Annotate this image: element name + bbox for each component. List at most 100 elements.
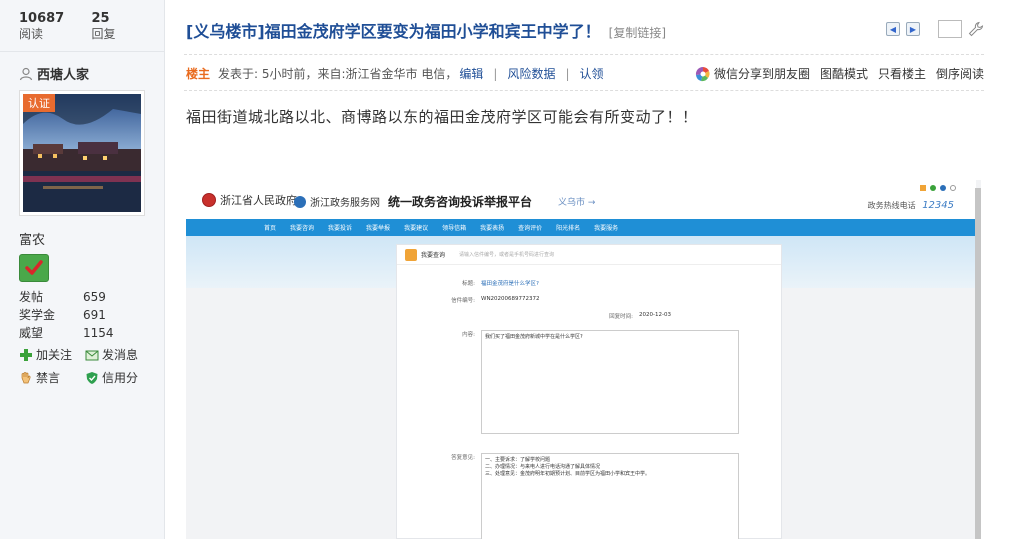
stat-replies: 25 回复 <box>92 11 165 51</box>
zw-logo: 浙江政务服务网 统一政务咨询投诉举报平台 义乌市 → <box>294 193 595 210</box>
only-owner-button[interactable]: 只看楼主 <box>878 65 926 82</box>
author-name-row[interactable]: 西塘人家 <box>19 64 89 83</box>
shield-icon <box>86 372 98 384</box>
author-name[interactable]: 西塘人家 <box>37 64 89 83</box>
meta-separator: | <box>565 66 570 81</box>
title-divider <box>184 54 984 55</box>
copy-link-button[interactable]: [复制链接] <box>609 24 666 41</box>
zw-logo-icon <box>294 195 306 208</box>
reply-time-label: 回复时间: <box>609 314 633 320</box>
gov-nav-item: 我要投诉 <box>328 225 353 232</box>
send-message-button[interactable]: 发消息 <box>85 346 151 364</box>
thread-stats: 10687 阅读 25 回复 <box>0 0 164 52</box>
reply-textbox: 一、主要诉求：了解学校问题 二、办理情况：与来电人进行电话沟通了解具体情况 三、… <box>481 453 739 539</box>
content-textbox: 我们买了福田金茂府新城中学在是什么学区? <box>481 330 739 434</box>
post-meta: 楼主 发表于: 5小时前，来自:浙江省金华市 电信， 编辑 | 风险数据 | 认… <box>186 65 984 82</box>
post-meta-text: 发表于: 5小时前，来自:浙江省金华市 电信， <box>218 67 458 81</box>
query-icon <box>405 248 417 261</box>
meta-divider <box>184 90 984 91</box>
user-icon <box>950 185 956 191</box>
content-label: 内容: <box>462 332 475 338</box>
card-note: 请输入信件编号，或者是手机号码进行查询 <box>459 252 555 258</box>
next-thread-button[interactable]: ▶ <box>906 22 920 36</box>
city-selector: 义乌市 → <box>558 198 596 208</box>
moments-icon <box>695 66 710 81</box>
field-key: 奖学金 <box>19 308 56 322</box>
author-actions-row2: 禁言 信用分 <box>19 369 159 387</box>
zw-name: 浙江政务服务网 <box>310 198 380 209</box>
credit-score-button[interactable]: 信用分 <box>85 369 151 387</box>
risk-data-link[interactable]: 风险数据 <box>507 65 555 82</box>
field-value: 691 <box>83 308 106 322</box>
prev-thread-button[interactable]: ◀ <box>886 22 900 36</box>
gov-nav-item: 阳光排名 <box>556 225 581 232</box>
message-icon <box>85 350 99 361</box>
card-header: 我要查询 请输入信件编号，或者是手机号码进行查询 <box>397 245 781 265</box>
gov-nav-item: 我要举报 <box>366 225 391 232</box>
chevron-right-icon: ▶ <box>909 24 917 34</box>
gov-nav-bar: 首页 我要咨询 我要投诉 我要举报 我要建议 领导信箱 我要表扬 查询评价 阳光… <box>186 219 976 236</box>
replies-label: 回复 <box>91 27 116 41</box>
gov-nav-item: 我要咨询 <box>290 225 315 232</box>
post-image[interactable]: 浙江省人民政府 浙江政务服务网 统一政务咨询投诉举报平台 义乌市 → 政务热线电… <box>186 180 981 539</box>
replies-count: 25 <box>91 11 110 26</box>
field-key: 发帖 <box>19 290 44 304</box>
medal-badge[interactable] <box>19 254 49 282</box>
wechat-icon <box>930 185 936 191</box>
gov-nav-item: 首页 <box>264 225 277 232</box>
post-body: 福田街道城北路以北、商博路以东的福田金茂府学区可能会有所变动了！！ <box>186 108 698 126</box>
field-key: 威望 <box>19 326 44 340</box>
code-value: WN20200689772372 <box>481 296 540 302</box>
field-posts: 发帖 659 <box>19 288 149 306</box>
user-icon <box>19 67 33 80</box>
post-title[interactable]: [义乌楼市]福田金茂府学区要变为福田小学和宾王中学了！ <box>186 18 601 42</box>
gov-nav-item: 我要表扬 <box>480 225 505 232</box>
gov-nav-item: 我要建议 <box>404 225 429 232</box>
mobile-icon <box>920 185 926 191</box>
claim-link[interactable]: 认领 <box>580 65 604 82</box>
edit-link[interactable]: 编辑 <box>459 65 483 82</box>
gallery-mode-button[interactable]: 图酷模式 <box>820 65 868 82</box>
field-value: 659 <box>83 290 106 304</box>
hand-icon <box>21 372 31 384</box>
wechat-share-label: 微信分享到朋友圈 <box>713 67 810 81</box>
gov-name: 浙江省人民政府 <box>220 194 297 207</box>
hotline-label: 政务热线电话 <box>867 201 916 210</box>
gov-nav-item: 查询评价 <box>518 225 543 232</box>
weibo-icon <box>940 185 946 191</box>
avatar-image: 认证 <box>23 94 141 212</box>
title-tools: ◀ ▶ <box>886 20 984 38</box>
query-result-card: 我要查询 请输入信件编号，或者是手机号码进行查询 标题: 福田金茂府是什么学区?… <box>396 244 782 539</box>
field-scholarship: 奖学金 691 <box>19 306 149 324</box>
hotline: 政务热线电话 12345 <box>868 200 954 211</box>
code-label: 信件编号: <box>451 298 475 304</box>
page-jump-input[interactable] <box>938 20 962 38</box>
wechat-share-button[interactable]: 微信分享到朋友圈 <box>695 65 810 82</box>
plus-icon <box>20 349 32 361</box>
post-main: [义乌楼市]福田金茂府学区要变为福田小学和宾王中学了！ [复制链接] ◀ ▶ 楼… <box>166 0 1009 539</box>
gov-logo: 浙江省人民政府 <box>202 192 297 208</box>
views-count: 10687 <box>19 11 65 26</box>
author-sidebar: 10687 阅读 25 回复 西塘人家 认证 富农 发帖 659 奖学金 691… <box>0 0 165 539</box>
chevron-left-icon: ◀ <box>889 24 897 34</box>
gov-nav-item: 我要服务 <box>594 225 619 232</box>
reverse-order-button[interactable]: 倒序阅读 <box>936 65 984 82</box>
post-view-options: 微信分享到朋友圈 图酷模式 只看楼主 倒序阅读 <box>695 65 984 82</box>
post-title-row: [义乌楼市]福田金茂府学区要变为福田小学和宾王中学了！ [复制链接] <box>186 18 666 42</box>
header-icons <box>920 185 956 191</box>
reply-label: 答复意见: <box>451 455 475 461</box>
mute-button[interactable]: 禁言 <box>19 369 85 387</box>
field-value: 1154 <box>83 326 114 340</box>
title-label: 标题: <box>462 281 475 287</box>
gov-nav-item: 领导信箱 <box>442 225 467 232</box>
follow-button[interactable]: 加关注 <box>19 346 85 364</box>
emblem-icon <box>202 193 216 207</box>
mute-label: 禁言 <box>36 371 61 385</box>
user-rank: 富农 <box>19 233 46 248</box>
card-title: 我要查询 <box>421 252 446 259</box>
avatar[interactable]: 认证 <box>19 90 145 216</box>
wrench-icon[interactable] <box>968 21 984 37</box>
scrollbar-thumb[interactable] <box>975 188 981 539</box>
meta-separator: | <box>493 66 498 81</box>
image-scrollbar[interactable] <box>975 188 981 539</box>
